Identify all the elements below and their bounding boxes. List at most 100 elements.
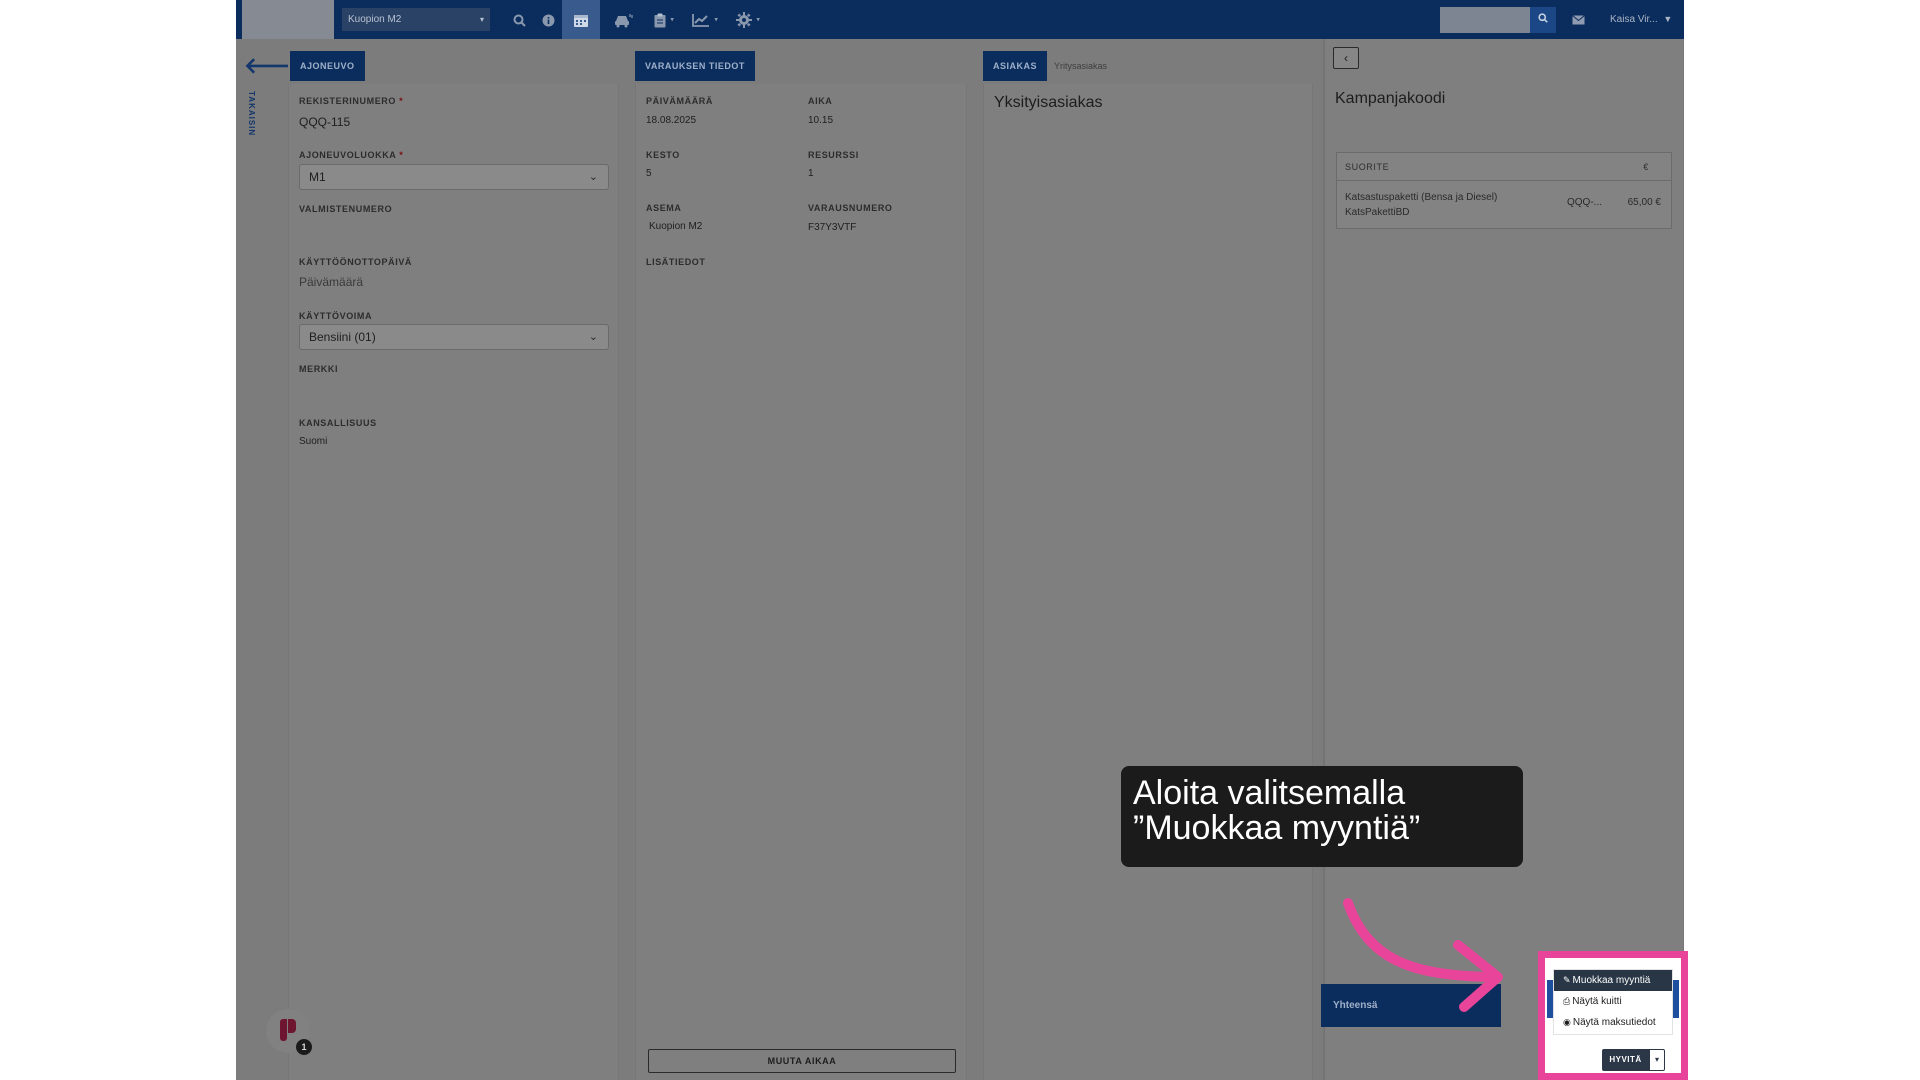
- item-name: Katsastuspaketti (Bensa ja Diesel): [1345, 192, 1498, 203]
- refund-button[interactable]: HYVITÄ: [1602, 1049, 1649, 1071]
- station-label: ASEMA: [646, 203, 682, 213]
- nationality-label: KANSALLISUUS: [299, 418, 377, 428]
- customer-panel: ASIAKAS Yritysasiakas Yksityisasiakas: [983, 39, 1313, 1080]
- chevron-left-icon: ‹: [1344, 51, 1348, 65]
- menu-item-label: Näytä kuitti: [1572, 996, 1622, 1007]
- curved-arrow-icon: [1343, 898, 1503, 1012]
- change-time-button[interactable]: MUUTA AIKAA: [648, 1049, 956, 1073]
- menu-item-show-payment-info[interactable]: ◉ Näytä maksutiedot: [1554, 1012, 1672, 1033]
- refund-dropdown-toggle[interactable]: ▾: [1649, 1049, 1665, 1071]
- pencil-icon: ✎: [1563, 975, 1571, 985]
- search-icon: [1538, 13, 1548, 23]
- notification-badge: 1: [296, 1039, 312, 1055]
- back-link[interactable]: TAKAISIN: [247, 91, 256, 136]
- app-logo[interactable]: [242, 0, 334, 39]
- extra-info-label: LISÄTIEDOT: [646, 257, 706, 267]
- booking-panel: VARAUKSEN TIEDOT PÄIVÄMÄÄRÄ 18.08.2025 A…: [635, 39, 967, 1080]
- station-value: Kuopion M2: [649, 221, 703, 232]
- vehicle-class-value: M1: [309, 170, 326, 184]
- duration-value: 5: [646, 168, 652, 179]
- tooltip-line-2: ”Muokkaa myyntiä”: [1133, 809, 1421, 847]
- manufacturer-number-label: VALMISTENUMERO: [299, 204, 393, 214]
- tab-company-customer[interactable]: Yritysasiakas: [1054, 51, 1107, 81]
- total-bar-edge: [1673, 980, 1679, 1018]
- brand-logo-icon: [280, 1019, 296, 1041]
- customer-type-title: Yksityisasiakas: [994, 94, 1103, 111]
- table-row[interactable]: Katsastuspaketti (Bensa ja Diesel) KatsP…: [1337, 181, 1671, 229]
- reg-number-value[interactable]: QQQ-115: [299, 115, 350, 129]
- vehicle-panel-body: REKISTERINUMERO * QQQ-115 AJONEUVOLUOKKA…: [288, 84, 619, 1080]
- top-navigation-bar: Kuopion M2 ▾ ▾ ▾ ▾ Kaisa Vir... ▼: [236, 0, 1684, 39]
- info-icon[interactable]: [538, 0, 558, 39]
- helper-widget-button[interactable]: 1: [266, 1009, 312, 1055]
- item-reg-number: QQQ-...: [1567, 197, 1602, 208]
- fuel-type-value: Bensiini (01): [309, 330, 376, 344]
- item-description: Katsastuspaketti (Bensa ja Diesel) KatsP…: [1345, 190, 1497, 220]
- date-value: 18.08.2025: [646, 115, 697, 126]
- vehicle-class-select[interactable]: M1 ⌄: [299, 164, 609, 190]
- collapse-panel-button[interactable]: ‹: [1333, 47, 1359, 69]
- duration-label: KESTO: [646, 150, 680, 160]
- global-search-button[interactable]: [1530, 7, 1556, 33]
- time-label: AIKA: [808, 96, 833, 106]
- chevron-down-icon: ⌄: [588, 171, 598, 183]
- print-icon: ⎙: [1563, 996, 1571, 1006]
- column-header-item: SUORITE: [1345, 162, 1390, 172]
- car-wash-icon[interactable]: [608, 0, 638, 39]
- search-icon[interactable]: [508, 0, 530, 39]
- user-menu[interactable]: Kaisa Vir... ▼: [1610, 0, 1672, 39]
- item-code: KatsPakettiBD: [1345, 207, 1410, 218]
- brand-label: MERKKI: [299, 364, 339, 374]
- chevron-down-icon: ▾: [670, 16, 674, 24]
- tooltip-line-1: Aloita valitsemalla: [1133, 774, 1406, 812]
- item-price: 65,00 €: [1627, 197, 1661, 208]
- resource-value: 1: [808, 168, 814, 179]
- fuel-type-label: KÄYTTÖVOIMA: [299, 311, 373, 321]
- first-use-date-label: KÄYTTÖÖNOTTOPÄIVÄ: [299, 257, 413, 267]
- global-search-input[interactable]: [1440, 7, 1530, 33]
- tab-vehicle[interactable]: AJONEUVO: [290, 51, 365, 81]
- user-name: Kaisa Vir...: [1610, 14, 1658, 25]
- booking-panel-body: PÄIVÄMÄÄRÄ 18.08.2025 AIKA 10.15 KESTO 5…: [635, 84, 967, 1080]
- booking-number-label: VARAUSNUMERO: [808, 203, 893, 213]
- resource-label: RESURSSI: [808, 150, 859, 160]
- campaign-code-title: Kampanjakoodi: [1335, 90, 1446, 107]
- eye-icon: ◉: [1563, 1017, 1571, 1027]
- chevron-down-icon: ⌄: [588, 331, 598, 343]
- guide-tooltip: Aloita valitsemalla ”Muokkaa myyntiä”: [1121, 766, 1523, 867]
- screen: Kuopion M2 ▾ ▾ ▾ ▾ Kaisa Vir... ▼ 🡐 TAKA…: [0, 0, 1920, 1080]
- actions-dropdown-menu: ✎ Muokkaa myyntiä ⎙ Näytä kuitti ◉ Näytä ma…: [1553, 969, 1673, 1035]
- first-use-date-input[interactable]: Päivämäärä: [299, 275, 363, 289]
- clipboard-icon[interactable]: ▾: [648, 0, 680, 39]
- chevron-down-icon: ▾: [714, 16, 718, 24]
- time-value: 10.15: [808, 115, 834, 126]
- reg-number-label: REKISTERINUMERO *: [299, 96, 404, 106]
- items-table: SUORITE € Katsastuspaketti (Bensa ja Die…: [1336, 152, 1672, 229]
- menu-item-show-receipt[interactable]: ⎙ Näytä kuitti: [1554, 991, 1672, 1012]
- highlight-frame: ✎ Muokkaa myyntiä ⎙ Näytä kuitti ◉ Näytä ma…: [1538, 951, 1688, 1080]
- customer-panel-body: Yksityisasiakas: [983, 84, 1313, 1080]
- vehicle-class-label: AJONEUVOLUOKKA *: [299, 150, 404, 160]
- nationality-value[interactable]: Suomi: [299, 436, 327, 447]
- menu-item-edit-sale[interactable]: ✎ Muokkaa myyntiä: [1554, 970, 1672, 991]
- chevron-down-icon: ▾: [756, 16, 760, 24]
- station-select[interactable]: Kuopion M2 ▾: [342, 8, 490, 31]
- menu-item-label: Näytä maksutiedot: [1572, 1017, 1656, 1028]
- mail-icon[interactable]: [1572, 0, 1585, 39]
- chevron-down-icon: ▼: [1663, 14, 1673, 24]
- tab-booking-details[interactable]: VARAUKSEN TIEDOT: [635, 51, 755, 81]
- items-table-header: SUORITE €: [1337, 153, 1671, 181]
- date-label: PÄIVÄMÄÄRÄ: [646, 96, 714, 106]
- tab-private-customer[interactable]: ASIAKAS: [983, 51, 1048, 81]
- calendar-icon[interactable]: [562, 0, 600, 39]
- booking-number-value: F37Y3VTF: [808, 222, 857, 233]
- fuel-type-select[interactable]: Bensiini (01) ⌄: [299, 324, 609, 350]
- chevron-down-icon: ▾: [479, 15, 484, 24]
- back-column: 🡐 TAKAISIN: [236, 39, 303, 1080]
- vehicle-panel: AJONEUVO REKISTERINUMERO * QQQ-115 AJONE…: [288, 39, 619, 1080]
- menu-item-label: Muokkaa myyntiä: [1572, 975, 1651, 986]
- column-header-currency: €: [1643, 162, 1649, 172]
- gear-icon[interactable]: ▾: [730, 0, 766, 39]
- station-select-value: Kuopion M2: [348, 14, 402, 25]
- chart-icon[interactable]: ▾: [688, 0, 722, 39]
